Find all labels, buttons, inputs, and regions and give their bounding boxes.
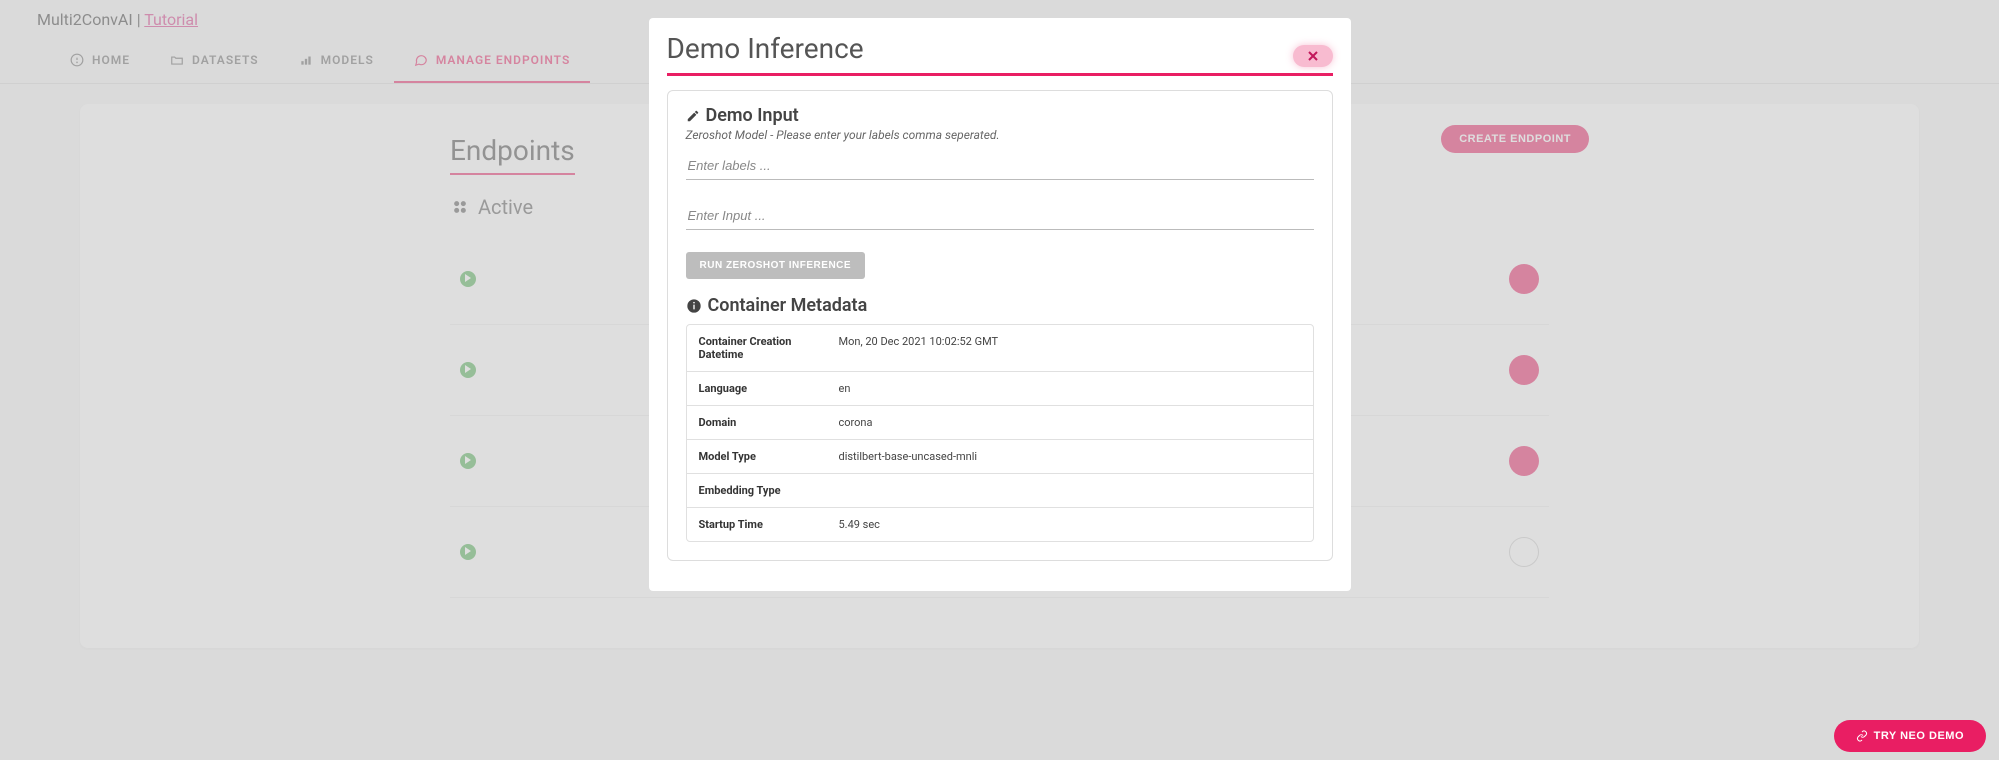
hint-text: Zeroshot Model - Please enter your label… (686, 128, 1314, 142)
run-inference-button[interactable]: RUN ZEROSHOT INFERENCE (686, 252, 866, 279)
table-row: Container Creation DatetimeMon, 20 Dec 2… (687, 325, 1313, 372)
labels-input[interactable] (686, 152, 1314, 180)
metadata-table: Container Creation DatetimeMon, 20 Dec 2… (686, 324, 1314, 542)
input-input[interactable] (686, 202, 1314, 230)
table-row: Domaincorona (687, 406, 1313, 440)
link-icon (1856, 730, 1868, 742)
demo-input-heading: Demo Input (686, 105, 1314, 126)
table-row: Languageen (687, 372, 1313, 406)
demo-inference-modal: Demo Inference Demo Input Zeroshot Model… (649, 18, 1351, 591)
table-row: Embedding Type (687, 474, 1313, 508)
table-row: Model Typedistilbert-base-uncased-mnli (687, 440, 1313, 474)
info-icon (686, 298, 702, 314)
modal-inner-card: Demo Input Zeroshot Model - Please enter… (667, 90, 1333, 561)
table-row: Startup Time5.49 sec (687, 508, 1313, 541)
modal-overlay: Demo Inference Demo Input Zeroshot Model… (0, 0, 1999, 760)
modal-title: Demo Inference (667, 32, 1333, 76)
pencil-icon (686, 109, 700, 123)
close-button[interactable] (1293, 45, 1333, 67)
close-icon (1308, 51, 1318, 61)
metadata-heading: Container Metadata (686, 295, 1314, 316)
try-neo-demo-button[interactable]: TRY NEO DEMO (1834, 720, 1986, 752)
